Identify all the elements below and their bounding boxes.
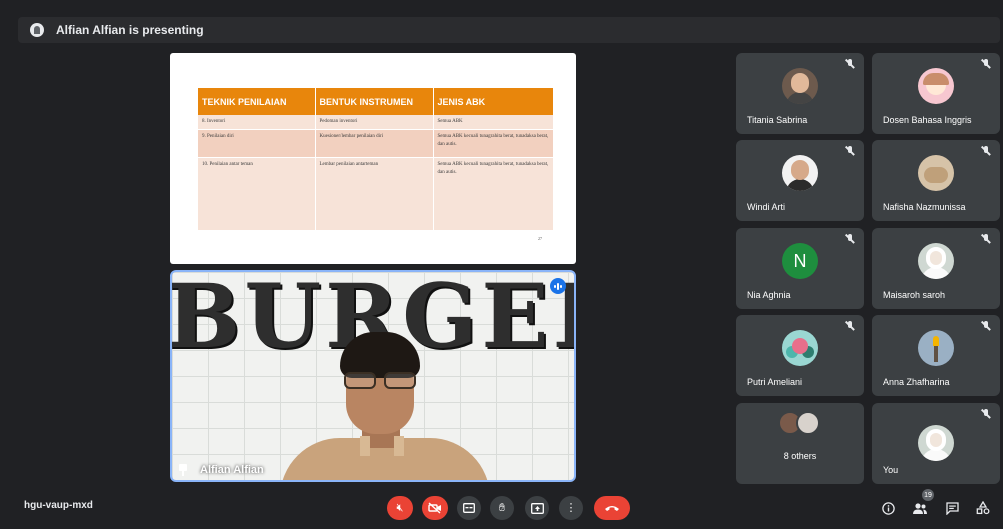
chat-button[interactable] bbox=[944, 500, 960, 516]
camera-button[interactable] bbox=[422, 496, 448, 520]
participant-name: Maisaroh saroh bbox=[883, 290, 946, 300]
microphone-button[interactable]: 🔇︎ bbox=[387, 496, 413, 520]
avatar bbox=[918, 68, 954, 104]
participant-tile-nafisha-nazmunissa[interactable]: Nafisha Nazmunissa bbox=[872, 140, 1000, 221]
participant-name: Putri Ameliani bbox=[747, 377, 803, 387]
others-count: 8 others bbox=[783, 451, 817, 461]
avatar bbox=[782, 330, 818, 366]
participant-tile-putri-ameliani[interactable]: Putri Ameliani bbox=[736, 315, 864, 396]
presenter-avatar-icon bbox=[30, 23, 44, 37]
table-cell: Kuesioner/lembar penilaian diri bbox=[315, 129, 434, 158]
slide-header-teknik: TEKNIK PENILAIAN bbox=[198, 88, 316, 115]
captions-icon bbox=[463, 503, 475, 513]
mic-off-icon: 🔇︎ bbox=[396, 501, 404, 514]
participant-tile-nia-aghnia[interactable]: N Nia Aghnia bbox=[736, 228, 864, 309]
mic-off-icon bbox=[845, 146, 855, 156]
pin-icon[interactable] bbox=[178, 464, 188, 476]
table-cell: Semua ABK kecuali tunagrahita berat, tun… bbox=[433, 129, 554, 158]
avatar bbox=[918, 243, 954, 279]
mic-off-icon bbox=[981, 146, 991, 156]
participant-name: Nafisha Nazmunissa bbox=[883, 202, 966, 212]
mic-off-icon bbox=[845, 59, 855, 69]
info-icon bbox=[881, 501, 895, 515]
end-call-icon bbox=[605, 506, 619, 511]
present-icon bbox=[530, 502, 544, 514]
people-button[interactable] bbox=[912, 500, 928, 516]
presenting-banner: Alfian Alfian is presenting bbox=[18, 17, 1000, 43]
participant-tile-dosen-bahasa-inggris[interactable]: Dosen Bahasa Inggris bbox=[872, 53, 1000, 134]
table-cell: 9. Penilaian diri bbox=[198, 129, 316, 158]
table-cell: Lembar penilaian antarteman bbox=[315, 157, 434, 231]
table-row: 9. Penilaian diri Kuesioner/lembar penil… bbox=[198, 129, 554, 158]
slide-page-number: 27 bbox=[538, 236, 542, 241]
others-avatars bbox=[778, 411, 826, 437]
mic-off-icon bbox=[981, 59, 991, 69]
table-cell: Pedoman inventori bbox=[315, 115, 434, 130]
people-icon bbox=[913, 502, 927, 514]
participant-name: Dosen Bahasa Inggris bbox=[883, 115, 972, 125]
presenter-video bbox=[280, 332, 490, 480]
participant-tile-windi-arti[interactable]: Windi Arti bbox=[736, 140, 864, 221]
raise-hand-button[interactable]: ✋︎ bbox=[490, 496, 514, 520]
table-row: 10. Penilaian antar teman Lembar penilai… bbox=[198, 157, 554, 231]
activities-icon bbox=[976, 501, 990, 515]
participant-tile-anna-zhafharina[interactable]: Anna Zhafharina bbox=[872, 315, 1000, 396]
mic-off-icon bbox=[981, 409, 991, 419]
participant-name: Nia Aghnia bbox=[747, 290, 791, 300]
chat-icon bbox=[945, 501, 959, 515]
avatar bbox=[918, 155, 954, 191]
participant-name: Titania Sabrina bbox=[747, 115, 808, 125]
shared-slide: TEKNIK PENILAIAN BENTUK INSTRUMEN JENIS … bbox=[170, 53, 576, 264]
slide-table: TEKNIK PENILAIAN BENTUK INSTRUMEN JENIS … bbox=[198, 88, 554, 231]
meeting-details-button[interactable] bbox=[880, 500, 896, 516]
table-cell: Semua ABK kecuali tunagrahita berat, tun… bbox=[433, 157, 554, 231]
participant-tile-titania-sabrina[interactable]: Titania Sabrina bbox=[736, 53, 864, 134]
mic-off-icon bbox=[845, 321, 855, 331]
avatar-letter: N bbox=[782, 243, 818, 279]
leave-call-button[interactable] bbox=[594, 496, 630, 520]
table-row: 8. Inventori Pedoman inventori Semua ABK bbox=[198, 115, 554, 130]
mic-off-icon bbox=[981, 321, 991, 331]
participant-tile-you[interactable]: You bbox=[872, 403, 1000, 484]
participant-name: Windi Arti bbox=[747, 202, 786, 212]
hand-icon: ✋︎ bbox=[498, 501, 506, 514]
meeting-code: hgu-vaup-mxd bbox=[24, 500, 93, 511]
slide-header-bentuk: BENTUK INSTRUMEN bbox=[315, 88, 434, 115]
mic-off-icon bbox=[981, 234, 991, 244]
table-cell: 10. Penilaian antar teman bbox=[198, 157, 316, 231]
avatar bbox=[918, 330, 954, 366]
presenter-video-tile[interactable]: BURGER Alfian Alfian bbox=[170, 270, 576, 482]
avatar bbox=[918, 425, 954, 461]
mic-off-icon bbox=[845, 234, 855, 244]
speaking-indicator-icon bbox=[550, 278, 566, 294]
table-cell: 8. Inventori bbox=[198, 115, 316, 130]
avatar bbox=[782, 155, 818, 191]
present-screen-button[interactable] bbox=[525, 496, 549, 520]
participant-name: Anna Zhafharina bbox=[883, 377, 950, 387]
table-cell: Semua ABK bbox=[433, 115, 554, 130]
participant-tile-maisaroh-saroh[interactable]: Maisaroh saroh bbox=[872, 228, 1000, 309]
participant-name: You bbox=[883, 465, 899, 475]
more-options-button[interactable]: ⋮ bbox=[559, 496, 583, 520]
captions-button[interactable] bbox=[457, 496, 481, 520]
more-vert-icon: ⋮ bbox=[565, 501, 577, 514]
avatar bbox=[782, 68, 818, 104]
activities-button[interactable] bbox=[975, 500, 991, 516]
presenter-name: Alfian Alfian bbox=[200, 464, 264, 476]
camera-off-icon bbox=[428, 502, 441, 514]
slide-header-jenis: JENIS ABK bbox=[433, 88, 554, 115]
participant-tile-others[interactable]: 8 others bbox=[736, 403, 864, 484]
presenting-text: Alfian Alfian is presenting bbox=[56, 23, 204, 37]
